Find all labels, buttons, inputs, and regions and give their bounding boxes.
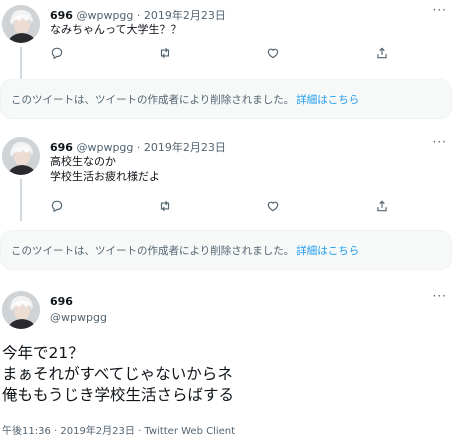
separator-dot: ·: [136, 141, 141, 154]
tweet-text-line: なみちゃんって大学生？？: [50, 23, 182, 36]
share-icon[interactable]: [375, 46, 389, 60]
deleted-notice-text: このツイートは、ツイートの作成者により削除されました。: [11, 244, 295, 257]
more-icon[interactable]: ···: [433, 135, 447, 149]
avatar-image: [2, 137, 40, 175]
more-icon[interactable]: ···: [433, 289, 447, 303]
deleted-tweet-notice: このツイートは、ツイートの作成者により削除されました。 詳細はこちら: [0, 230, 452, 270]
more-icon[interactable]: ···: [433, 3, 447, 17]
handle[interactable]: @wpwpgg: [76, 9, 133, 22]
retweet-icon[interactable]: [158, 199, 172, 213]
tweet-footer-meta[interactable]: 午後11:36 · 2019年2月23日 · Twitter Web Clien…: [2, 422, 235, 437]
avatar[interactable]: [2, 5, 40, 43]
handle[interactable]: @wpwpgg: [76, 141, 133, 154]
like-icon[interactable]: [266, 199, 280, 213]
reply-icon[interactable]: [50, 46, 64, 60]
tweet-text: 高校生なのか 学校生活お疲れ様だよ: [50, 154, 160, 184]
thread-line: [20, 179, 22, 221]
display-name[interactable]: 696: [50, 295, 73, 308]
like-icon[interactable]: [266, 46, 280, 60]
details-link[interactable]: 詳細はこちら: [296, 243, 359, 258]
avatar-image: [2, 5, 40, 43]
display-name[interactable]: 696: [50, 9, 73, 22]
deleted-notice-text: このツイートは、ツイートの作成者により削除されました。: [11, 93, 295, 106]
tweet-text: なみちゃんって大学生？？: [50, 22, 181, 37]
timestamp[interactable]: 2019年2月23日: [144, 141, 226, 154]
tweet-text-line: まぁそれがすべてじゃないからネ: [2, 365, 233, 383]
deleted-tweet-notice: このツイートは、ツイートの作成者により削除されました。 詳細はこちら: [0, 79, 452, 119]
tweet-header: 696 @wpwpgg · 2019年2月23日: [50, 7, 226, 23]
tweet-header: 696 @wpwpgg · 2019年2月23日: [50, 139, 226, 155]
avatar[interactable]: [2, 137, 40, 175]
display-name[interactable]: 696: [50, 141, 73, 154]
tweet-text-line: 今年で21？: [2, 344, 84, 362]
conversation-page: 696 @wpwpgg · 2019年2月23日 ··· なみちゃんって大学生？…: [0, 0, 457, 437]
timestamp[interactable]: 2019年2月23日: [144, 9, 226, 22]
main-tweet-text: 今年で21？ まぁそれがすべてじゃないからネ 俺ももうじき学校生活さらばする: [2, 343, 234, 406]
action-bar: [50, 46, 395, 60]
action-bar: [50, 199, 395, 213]
details-link[interactable]: 詳細はこちら: [296, 92, 359, 107]
avatar[interactable]: [2, 291, 40, 329]
separator-dot: ·: [136, 9, 141, 22]
avatar-image: [2, 291, 40, 329]
tweet-text-line: 高校生なのか: [50, 155, 116, 168]
tweet-text-line: 学校生活お疲れ様だよ: [50, 170, 160, 183]
retweet-icon[interactable]: [158, 46, 172, 60]
share-icon[interactable]: [375, 199, 389, 213]
handle[interactable]: @wpwpgg: [50, 311, 107, 324]
tweet-text-line: 俺ももうじき学校生活さらばする: [2, 386, 235, 404]
reply-icon[interactable]: [50, 199, 64, 213]
